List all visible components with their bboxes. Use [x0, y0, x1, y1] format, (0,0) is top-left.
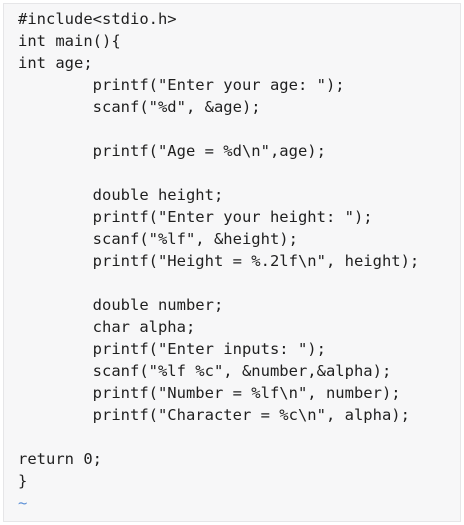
code-line: printf("Age = %d\n",age); [18, 142, 326, 160]
code-line: int age; [18, 54, 93, 72]
code-line: return 0; [18, 450, 102, 468]
empty-line-marker: ~ [18, 494, 28, 512]
code-line: printf("Enter your age: "); [18, 76, 345, 94]
code-line: int main(){ [18, 32, 121, 50]
code-line: } [18, 472, 28, 490]
code-line: printf("Character = %c\n", alpha); [18, 406, 410, 424]
code-line: printf("Enter your height: "); [18, 208, 373, 226]
code-line: #include<stdio.h> [18, 10, 177, 28]
code-editor[interactable]: #include<stdio.h> int main(){ int age; p… [3, 3, 461, 522]
code-line: scanf("%d", &age); [18, 98, 261, 116]
code-line: scanf("%lf %c", &number,&alpha); [18, 362, 392, 380]
code-line: printf("Number = %lf\n", number); [18, 384, 401, 402]
code-line: double number; [18, 296, 224, 314]
code-line: printf("Enter inputs: "); [18, 340, 326, 358]
code-block: #include<stdio.h> int main(){ int age; p… [18, 8, 420, 521]
code-line: double height; [18, 186, 224, 204]
empty-line-marker: ~ [18, 514, 419, 521]
code-line: printf("Height = %.2lf\n", height); [18, 252, 420, 270]
code-line: scanf("%lf", &height); [18, 230, 298, 248]
code-line: char alpha; [18, 318, 196, 336]
